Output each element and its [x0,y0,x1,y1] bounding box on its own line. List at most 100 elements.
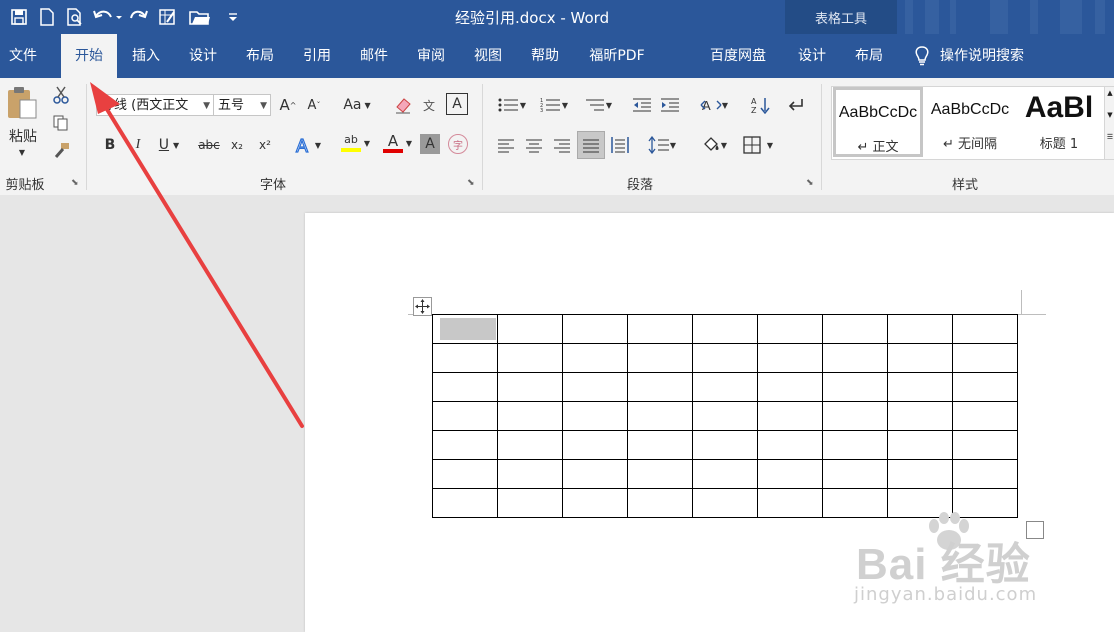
table-cell[interactable] [692,343,758,373]
borders-icon[interactable]: ▼ [738,134,778,156]
table-cell[interactable] [822,459,888,489]
table-move-handle[interactable] [413,297,432,316]
open-folder-icon[interactable] [182,4,218,30]
table-cell[interactable] [497,459,563,489]
paste-dropdown-icon[interactable]: ▼ [14,146,30,158]
strikethrough-button[interactable]: abc [194,134,224,156]
table-cell[interactable] [887,314,953,344]
table-cell[interactable] [692,401,758,431]
tab-mailings[interactable]: 邮件 [350,34,398,78]
shading-icon[interactable]: ▼ [696,134,732,156]
table-cell[interactable] [887,430,953,460]
table-cell[interactable] [952,401,1018,431]
table-cell[interactable] [822,401,888,431]
form-icon[interactable] [154,4,180,30]
table-cell[interactable] [627,459,693,489]
tab-insert[interactable]: 插入 [122,34,170,78]
table-cell[interactable] [497,430,563,460]
table-cell[interactable] [952,314,1018,344]
save-icon[interactable] [6,4,32,30]
table-cell[interactable] [432,343,498,373]
table-cell[interactable] [692,430,758,460]
table-cell[interactable] [757,372,823,402]
table-cell[interactable] [692,488,758,518]
align-left-icon[interactable] [494,134,518,156]
change-case-button[interactable]: Aa ▼ [340,94,374,116]
paste-button[interactable]: 粘贴 [4,126,42,146]
font-name-combo[interactable]: 等线 (西文正文 ▼ [96,94,214,116]
font-color-button[interactable]: A ▼ [374,130,412,156]
shrink-font-button[interactable]: Aˇ [304,94,324,116]
clipboard-launcher-icon[interactable]: ⬊ [71,178,81,188]
table-cell[interactable] [497,314,563,344]
table-cell[interactable] [692,314,758,344]
bold-button[interactable]: B [100,134,120,156]
clear-format-icon[interactable] [392,94,414,116]
paragraph-launcher-icon[interactable]: ⬊ [806,178,816,188]
table-cell[interactable] [497,372,563,402]
table-cell[interactable] [757,459,823,489]
tab-home[interactable]: 开始 [61,34,117,78]
show-marks-icon[interactable] [784,94,808,116]
italic-button[interactable]: I [128,134,148,156]
table-cell[interactable] [692,459,758,489]
justify-icon[interactable] [577,131,605,159]
tab-table-layout[interactable]: 布局 [845,34,893,78]
highlight-button[interactable]: ab ▼ [332,130,370,156]
underline-button[interactable]: U ▼ [154,134,184,156]
more-styles-icon[interactable]: ☰ [1105,133,1114,141]
phonetic-guide-button[interactable]: 文 [418,94,440,116]
multilevel-list-icon[interactable]: ▼ [580,94,616,116]
copy-icon[interactable] [50,112,72,134]
table-cell[interactable] [497,488,563,518]
distributed-icon[interactable] [608,134,632,156]
table-cell[interactable] [627,430,693,460]
table-cell[interactable] [627,372,693,402]
subscript-button[interactable]: x₂ [226,134,248,156]
table-cell[interactable] [627,401,693,431]
table-cell[interactable] [887,372,953,402]
table-cell[interactable] [822,430,888,460]
decrease-indent-icon[interactable] [630,94,654,116]
table-cell[interactable] [887,343,953,373]
sort-icon[interactable]: AZ [748,94,772,116]
table-cell[interactable] [562,372,628,402]
table-cell[interactable] [952,459,1018,489]
table-cell[interactable] [627,488,693,518]
table-cell[interactable] [757,401,823,431]
chevron-down-icon[interactable]: ▼ [1105,111,1114,119]
char-border-button[interactable]: A [446,93,468,115]
table-cell[interactable] [432,430,498,460]
new-doc-icon[interactable] [34,4,60,30]
table-cell[interactable] [562,459,628,489]
format-painter-icon[interactable] [50,140,72,162]
char-shading-button[interactable]: A [420,134,440,154]
tell-me-search[interactable]: 操作说明搜索 [940,34,1046,78]
table-cell[interactable] [757,488,823,518]
customize-icon[interactable] [220,4,246,30]
tab-layout[interactable]: 布局 [236,34,284,78]
bullets-icon[interactable]: ▼ [494,94,530,116]
style-normal[interactable]: AaBbCcDc ↵ 正文 [833,87,923,157]
undo-icon[interactable] [90,4,124,30]
table-cell[interactable] [432,372,498,402]
table-cell[interactable] [757,343,823,373]
align-right-icon[interactable] [550,134,574,156]
table-cell[interactable] [432,314,498,344]
tab-design[interactable]: 设计 [179,34,227,78]
font-size-combo[interactable]: 五号 ▼ [213,94,271,116]
table-cell[interactable] [562,488,628,518]
style-heading-1[interactable]: AaBl 标题 1 [1016,87,1102,157]
chinese-layout-icon[interactable]: A ▼ [696,94,732,116]
redo-icon[interactable] [126,4,152,30]
tab-review[interactable]: 审阅 [407,34,455,78]
style-no-spacing[interactable]: AaBbCcDc ↵ 无间隔 [926,87,1014,157]
table-cell[interactable] [952,430,1018,460]
table-cell[interactable] [627,343,693,373]
table-cell[interactable] [822,314,888,344]
table-cell[interactable] [562,430,628,460]
table-cell[interactable] [627,314,693,344]
text-effects-button[interactable]: A ▼ [290,134,324,156]
cut-icon[interactable] [50,84,72,106]
tab-help[interactable]: 帮助 [521,34,569,78]
